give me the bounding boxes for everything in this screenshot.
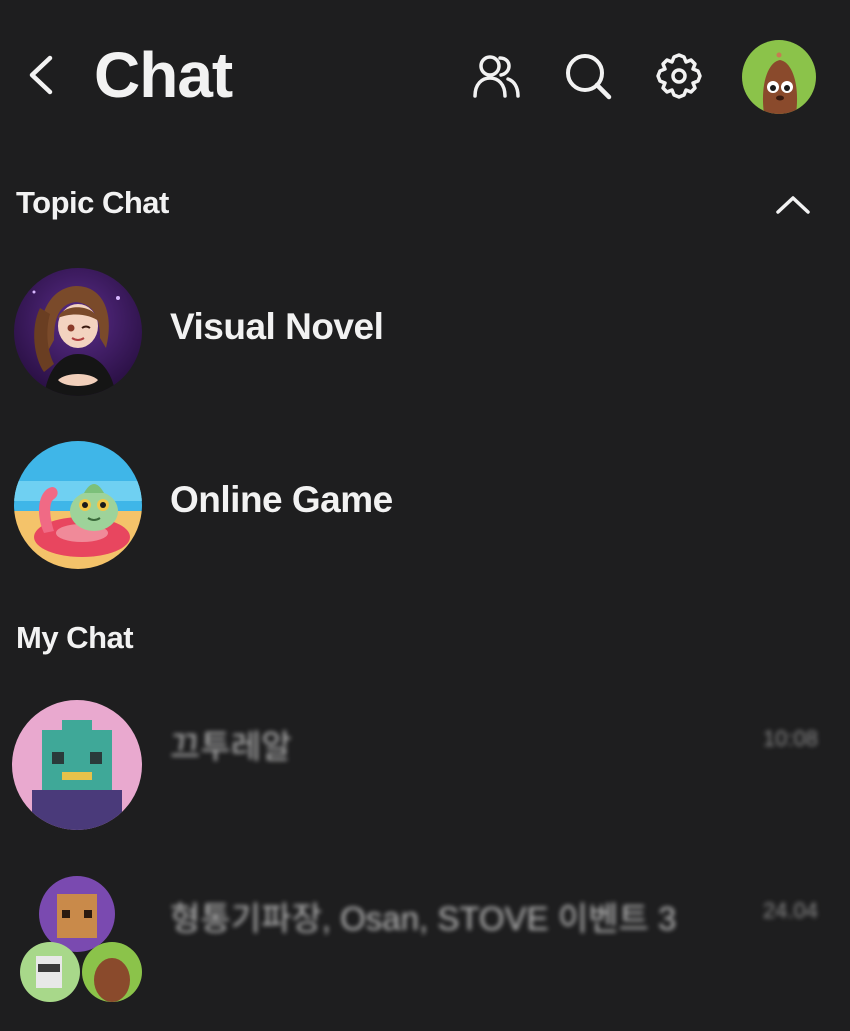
- chat-room-time: 24.04: [762, 898, 818, 923]
- friends-button[interactable]: [468, 48, 524, 104]
- topic-item-label: Visual Novel: [170, 306, 384, 347]
- people-icon: [473, 55, 520, 98]
- topic-item-online-game[interactable]: Online Game: [0, 435, 850, 575]
- group-avatars-icon: [20, 876, 142, 1002]
- profile-avatar[interactable]: [742, 40, 816, 114]
- chevron-up-icon: [776, 196, 810, 214]
- settings-button[interactable]: [651, 48, 707, 104]
- topic-chat-heading: Topic Chat: [16, 185, 169, 220]
- topic-item-visual-novel[interactable]: Visual Novel: [0, 262, 850, 402]
- topic-item-label: Online Game: [170, 479, 393, 520]
- search-icon: [566, 54, 612, 100]
- chat-room-time: 10:08: [762, 726, 818, 751]
- header-bar: Chat: [0, 0, 850, 150]
- gear-icon: [656, 53, 702, 99]
- chat-room-avatar: [12, 700, 142, 830]
- online-game-thumbnail: [14, 441, 142, 569]
- group-chat-avatar: [12, 872, 142, 1002]
- search-button[interactable]: [560, 48, 616, 104]
- chat-room-row[interactable]: 끄투레알 10:08: [0, 694, 850, 834]
- page-title: Chat: [94, 39, 233, 111]
- my-chat-heading: My Chat: [16, 620, 134, 655]
- chevron-left-icon: [29, 55, 53, 95]
- visual-novel-thumbnail: [14, 268, 142, 396]
- chat-room-row[interactable]: 형통기파장, Osan, STOVE 이벤트 3 24.04: [0, 866, 850, 1006]
- pixel-character-icon: [12, 700, 142, 830]
- chat-room-name: 끄투레알: [170, 728, 292, 765]
- back-button[interactable]: [22, 50, 62, 100]
- chat-room-name: 형통기파장, Osan, STOVE 이벤트 3: [170, 900, 677, 937]
- avatar-character-icon: [742, 40, 816, 114]
- beach-float-icon: [14, 441, 142, 569]
- collapse-topic-button[interactable]: [772, 188, 814, 220]
- anime-girl-icon: [14, 268, 142, 396]
